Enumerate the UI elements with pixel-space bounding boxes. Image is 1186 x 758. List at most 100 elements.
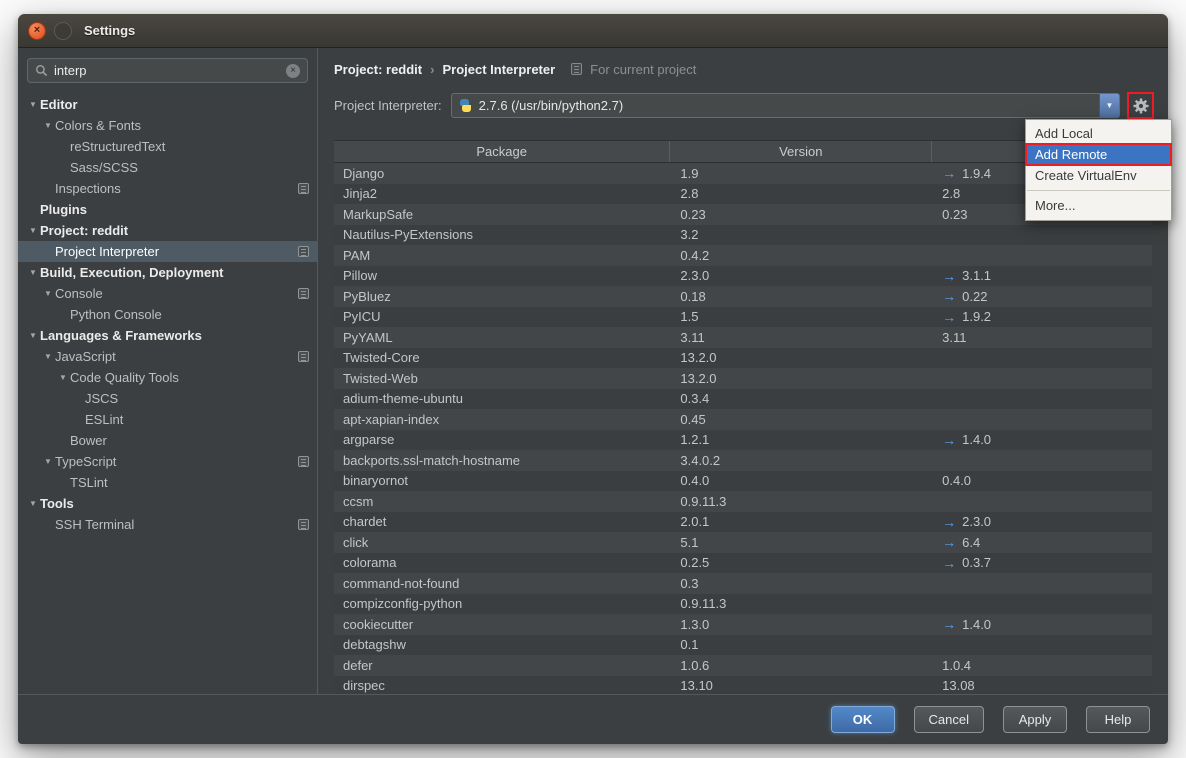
tree-item-label: Console (55, 286, 103, 301)
tree-item-ssh-terminal[interactable]: SSH Terminal (18, 514, 317, 535)
interpreter-combobox[interactable]: 2.7.6 (/usr/bin/python2.7) ▼ (451, 93, 1120, 118)
latest-cell: →6.4 (931, 535, 1152, 550)
ok-button[interactable]: OK (831, 706, 895, 733)
table-row-pyicu[interactable]: PyICU1.5→1.9.2 (334, 307, 1152, 328)
version-cell: 2.8 (669, 186, 931, 201)
table-row-cookiecutter[interactable]: cookiecutter1.3.0→1.4.0 (334, 614, 1152, 635)
table-row-binaryornot[interactable]: binaryornot0.4.00.4.0 (334, 471, 1152, 492)
version-cell: 1.5 (669, 309, 931, 324)
tree-item-project-reddit[interactable]: ▼Project: reddit (18, 220, 317, 241)
expander-icon[interactable]: ▼ (26, 331, 40, 340)
tree-item-tools[interactable]: ▼Tools (18, 493, 317, 514)
apply-button[interactable]: Apply (1003, 706, 1067, 733)
table-row-backports-ssl-match-hostname[interactable]: backports.ssl-match-hostname3.4.0.2 (334, 450, 1152, 471)
tree-item-colors-fonts[interactable]: ▼Colors & Fonts (18, 115, 317, 136)
latest-cell: →1.4.0 (931, 432, 1152, 447)
menu-item-more[interactable]: More... (1026, 195, 1171, 216)
settings-page-icon (298, 246, 309, 257)
window-title: Settings (84, 23, 135, 38)
expander-icon[interactable]: ▼ (26, 226, 40, 235)
table-row-pillow[interactable]: Pillow2.3.0→3.1.1 (334, 266, 1152, 287)
table-row-click[interactable]: click5.1→6.4 (334, 532, 1152, 553)
menu-separator (1027, 190, 1170, 191)
version-cell: 13.2.0 (669, 350, 931, 365)
latest-version-label: 1.9.4 (962, 166, 991, 181)
menu-item-create-virtualenv[interactable]: Create VirtualEnv (1026, 165, 1171, 186)
tree-item-restructuredtext[interactable]: reStructuredText (18, 136, 317, 157)
menu-item-add-remote[interactable]: Add Remote (1026, 144, 1171, 165)
table-row-compizconfig-python[interactable]: compizconfig-python0.9.11.3 (334, 594, 1152, 615)
table-row-debtagshw[interactable]: debtagshw0.1 (334, 635, 1152, 656)
table-row-nautilus-pyextensions[interactable]: Nautilus-PyExtensions3.2 (334, 225, 1152, 246)
expander-icon[interactable]: ▼ (26, 499, 40, 508)
help-button[interactable]: Help (1086, 706, 1150, 733)
table-row-twisted-core[interactable]: Twisted-Core13.2.0 (334, 348, 1152, 369)
expander-icon[interactable]: ▼ (26, 268, 40, 277)
tree-item-javascript[interactable]: ▼JavaScript (18, 346, 317, 367)
column-header-package[interactable]: Package (334, 141, 669, 162)
breadcrumb-project[interactable]: Project: reddit (334, 62, 422, 77)
gear-button[interactable] (1129, 94, 1152, 117)
tree-item-editor[interactable]: ▼Editor (18, 94, 317, 115)
table-row-chardet[interactable]: chardet2.0.1→2.3.0 (334, 512, 1152, 533)
expander-icon[interactable]: ▼ (56, 373, 70, 382)
combobox-arrow-button[interactable]: ▼ (1099, 94, 1119, 117)
gear-menu: Add LocalAdd RemoteCreate VirtualEnv More… (1025, 119, 1172, 221)
breadcrumb-page[interactable]: Project Interpreter (442, 62, 555, 77)
tree-item-label: TypeScript (55, 454, 116, 469)
table-row-argparse[interactable]: argparse1.2.1→1.4.0 (334, 430, 1152, 451)
table-row-pybluez[interactable]: PyBluez0.18→0.22 (334, 286, 1152, 307)
tree-item-languages-frameworks[interactable]: ▼Languages & Frameworks (18, 325, 317, 346)
expander-icon[interactable]: ▼ (26, 100, 40, 109)
titlebar[interactable]: × Settings (18, 14, 1168, 48)
table-row-dirspec[interactable]: dirspec13.1013.08 (334, 676, 1152, 695)
tree-item-sass-scss[interactable]: Sass/SCSS (18, 157, 317, 178)
tree-item-label: Sass/SCSS (70, 160, 138, 175)
search-box[interactable]: × (27, 58, 308, 83)
latest-version-label: 0.3.7 (962, 555, 991, 570)
tree-item-console[interactable]: ▼Console (18, 283, 317, 304)
latest-version-label: 3.11 (942, 330, 966, 345)
table-row-twisted-web[interactable]: Twisted-Web13.2.0 (334, 368, 1152, 389)
table-row-ccsm[interactable]: ccsm0.9.11.3 (334, 491, 1152, 512)
clear-search-icon[interactable]: × (286, 64, 300, 78)
expander-icon[interactable]: ▼ (41, 457, 55, 466)
table-row-pyyaml[interactable]: PyYAML3.113.11 (334, 327, 1152, 348)
table-row-pam[interactable]: PAM0.4.2 (334, 245, 1152, 266)
version-cell: 13.2.0 (669, 371, 931, 386)
tree-item-build-execution-deployment[interactable]: ▼Build, Execution, Deployment (18, 262, 317, 283)
close-button[interactable]: × (28, 22, 46, 40)
maximize-button[interactable] (54, 22, 72, 40)
search-input[interactable] (54, 63, 280, 78)
table-row-apt-xapian-index[interactable]: apt-xapian-index0.45 (334, 409, 1152, 430)
tree-item-jscs[interactable]: JSCS (18, 388, 317, 409)
tree-item-label: Project: reddit (40, 223, 128, 238)
package-name-cell: Nautilus-PyExtensions (334, 227, 669, 242)
breadcrumb: Project: reddit › Project Interpreter Fo… (334, 58, 1152, 80)
table-row-defer[interactable]: defer1.0.61.0.4 (334, 655, 1152, 676)
latest-cell: →0.3.7 (931, 555, 1152, 570)
expander-icon[interactable]: ▼ (41, 121, 55, 130)
column-header-version[interactable]: Version (669, 141, 931, 162)
table-row-command-not-found[interactable]: command-not-found0.3 (334, 573, 1152, 594)
tree-item-code-quality-tools[interactable]: ▼Code Quality Tools (18, 367, 317, 388)
tree-item-inspections[interactable]: Inspections (18, 178, 317, 199)
menu-item-add-local[interactable]: Add Local (1026, 123, 1171, 144)
package-name-cell: Pillow (334, 268, 669, 283)
expander-icon[interactable]: ▼ (41, 289, 55, 298)
package-name-cell: PAM (334, 248, 669, 263)
version-cell: 3.11 (669, 330, 931, 345)
version-cell: 1.2.1 (669, 432, 931, 447)
expander-icon[interactable]: ▼ (41, 352, 55, 361)
main-panel: Project: reddit › Project Interpreter Fo… (318, 48, 1168, 694)
cancel-button[interactable]: Cancel (914, 706, 984, 733)
tree-item-plugins[interactable]: Plugins (18, 199, 317, 220)
table-row-colorama[interactable]: colorama0.2.5→0.3.7 (334, 553, 1152, 574)
tree-item-eslint[interactable]: ESLint (18, 409, 317, 430)
tree-item-bower[interactable]: Bower (18, 430, 317, 451)
tree-item-project-interpreter[interactable]: Project Interpreter (18, 241, 317, 262)
tree-item-python-console[interactable]: Python Console (18, 304, 317, 325)
table-row-adium-theme-ubuntu[interactable]: adium-theme-ubuntu0.3.4 (334, 389, 1152, 410)
tree-item-tslint[interactable]: TSLint (18, 472, 317, 493)
tree-item-typescript[interactable]: ▼TypeScript (18, 451, 317, 472)
